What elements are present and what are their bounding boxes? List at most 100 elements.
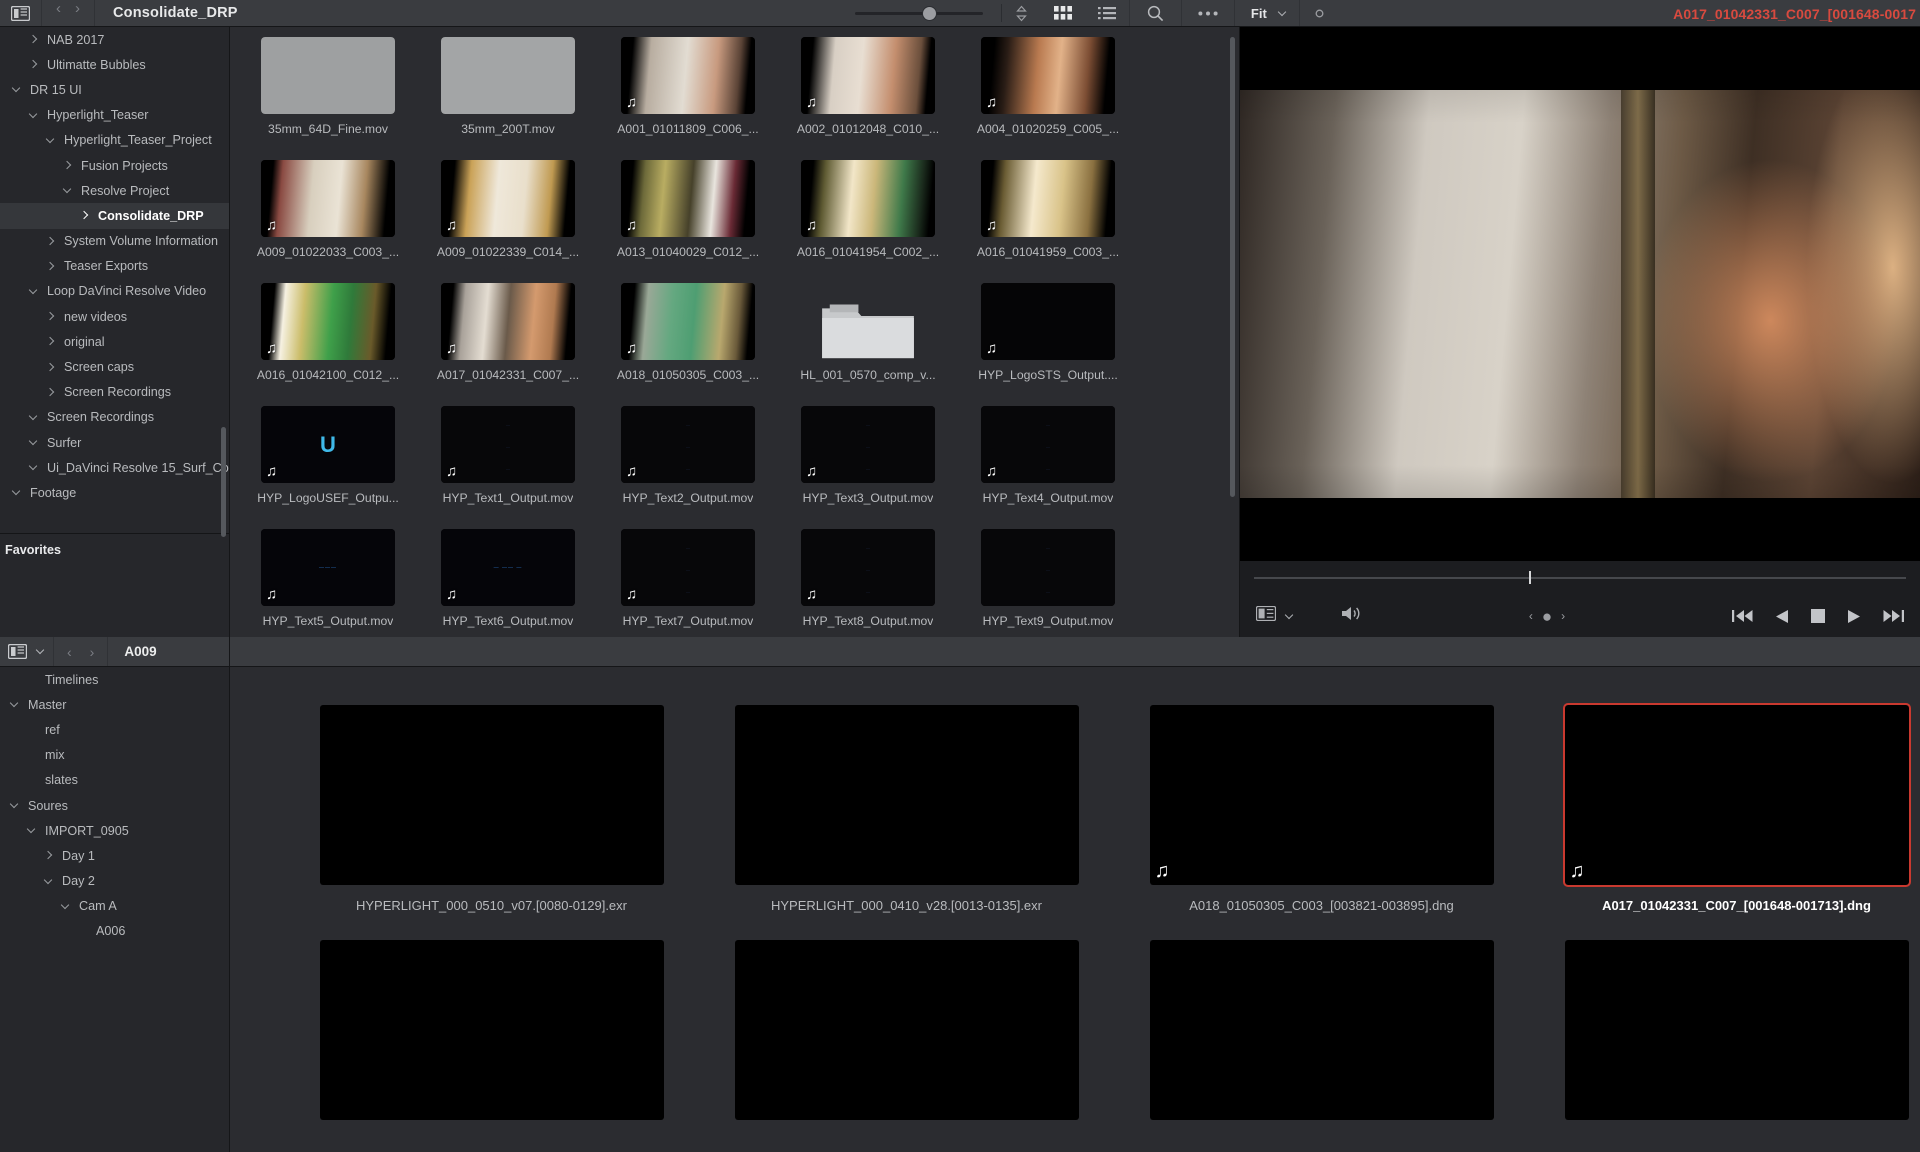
tree-item-screen-recordings[interactable]: Screen Recordings	[0, 405, 229, 430]
chevron-down-icon[interactable]	[57, 902, 73, 911]
folder-icon[interactable]	[801, 283, 935, 360]
tree-item-day-1[interactable]: Day 1	[0, 843, 229, 868]
tree-item-consolidate-drp[interactable]: Consolidate_DRP	[0, 203, 229, 229]
tree-item-screen-caps[interactable]: Screen caps	[0, 354, 229, 379]
tree-item-soures[interactable]: Soures	[0, 793, 229, 818]
media-grid-item[interactable]: — — — ♫ HYP_Text2_Output.mov	[598, 406, 778, 529]
bin-forward-button[interactable]: ›	[90, 644, 95, 660]
media-clip-thumbnail[interactable]: — — —	[981, 529, 1115, 606]
media-clip-thumbnail[interactable]: ♫	[621, 37, 755, 114]
panel-layout-icon[interactable]	[0, 0, 42, 26]
chevron-right-icon[interactable]	[25, 60, 41, 69]
bin-media-grid[interactable]: HYPERLIGHT_000_0510_v07.[0080-0129].exr H…	[230, 667, 1920, 1152]
scrubber-playhead[interactable]	[1529, 571, 1531, 584]
media-grid-item[interactable]: U ♫ HYP_LogoUSEF_Outpu...	[238, 406, 418, 529]
tree-item-footage[interactable]: Footage	[0, 480, 229, 505]
tree-item-ui-davinci-resolve-15-surf-col[interactable]: Ui_DaVinci Resolve 15_Surf_Col...	[0, 455, 229, 480]
chevron-right-icon[interactable]	[25, 35, 41, 44]
media-grid-item[interactable]: 35mm_200T.mov	[418, 37, 598, 160]
chevron-right-icon[interactable]	[76, 211, 92, 220]
tree-item-cam-a[interactable]: Cam A	[0, 894, 229, 919]
bin-clip-thumbnail[interactable]	[1149, 940, 1494, 1120]
bin-grid-item[interactable]	[284, 940, 699, 1152]
media-grid-item[interactable]: — — — ♫ HYP_Text8_Output.mov	[778, 529, 958, 637]
prev-arrow-icon[interactable]: ‹	[1529, 609, 1533, 623]
favorites-header[interactable]: Favorites	[0, 533, 229, 565]
speaker-icon[interactable]	[1340, 605, 1362, 627]
chevron-right-icon[interactable]	[40, 851, 56, 860]
chevron-down-icon[interactable]	[25, 287, 41, 296]
grid-view-icon[interactable]	[1041, 0, 1085, 26]
tree-item-hyperlight-teaser-project[interactable]: Hyperlight_Teaser_Project	[0, 128, 229, 153]
media-clip-thumbnail[interactable]: ——— ♫	[441, 406, 575, 483]
media-clip-thumbnail[interactable]	[261, 37, 395, 114]
chevron-right-icon[interactable]	[42, 262, 58, 271]
media-clip-thumbnail[interactable]	[441, 37, 575, 114]
media-clip-thumbnail[interactable]: ——— ♫	[981, 406, 1115, 483]
tree-item-resolve-project[interactable]: Resolve Project	[0, 178, 229, 203]
tree-item-loop-davinci-resolve-video[interactable]: Loop DaVinci Resolve Video	[0, 279, 229, 304]
tree-item-master[interactable]: Master	[0, 692, 229, 717]
tree-item-original[interactable]: original	[0, 329, 229, 354]
viewer-layout-icon[interactable]	[1255, 605, 1277, 626]
chevron-down-icon[interactable]	[36, 647, 45, 656]
dot-icon[interactable]: ●	[1542, 608, 1552, 625]
bin-grid-item[interactable]: HYPERLIGHT_000_0410_v28.[0013-0135].exr	[699, 705, 1114, 940]
media-clip-thumbnail[interactable]: ♫	[621, 160, 755, 237]
zoom-fit-dropdown[interactable]: Fit	[1235, 0, 1300, 26]
media-clip-thumbnail[interactable]: ♫	[801, 37, 935, 114]
bin-grid-item[interactable]	[699, 940, 1114, 1152]
tree-item-new-videos[interactable]: new videos	[0, 304, 229, 329]
chevron-right-icon[interactable]	[42, 388, 58, 397]
tree-item-ultimatte-bubbles[interactable]: Ultimatte Bubbles	[0, 52, 229, 77]
viewer-scrubber[interactable]	[1240, 561, 1920, 595]
media-grid-item[interactable]: — —— — ♫ HYP_Text6_Output.mov	[418, 529, 598, 637]
play-icon[interactable]	[1847, 609, 1861, 624]
bin-tree[interactable]: Timelines Master ref mix slates Soures IMPORT_…	[0, 667, 229, 1152]
chevron-right-icon[interactable]	[59, 161, 75, 170]
media-grid-item[interactable]: ♫ A016_01042100_C012_...	[238, 283, 418, 406]
bin-clip-thumbnail[interactable]	[734, 705, 1079, 885]
media-grid-item[interactable]: ♫ A001_01011809_C006_...	[598, 37, 778, 160]
tree-item-timelines[interactable]: Timelines	[0, 667, 229, 692]
slider-track[interactable]	[854, 6, 983, 20]
media-clip-thumbnail[interactable]: ——— ♫	[801, 406, 935, 483]
list-view-icon[interactable]	[1085, 0, 1130, 26]
bin-clip-thumbnail[interactable]	[319, 705, 664, 885]
chevron-down-icon[interactable]	[42, 136, 58, 145]
media-grid-item[interactable]: ♫ HYP_LogoSTS_Output....	[958, 283, 1138, 406]
chevron-down-icon[interactable]	[8, 488, 24, 497]
chevron-down-icon[interactable]	[25, 413, 41, 422]
media-grid-item[interactable]: ♫ A016_01041959_C003_...	[958, 160, 1138, 283]
bin-grid-pane[interactable]: HYPERLIGHT_000_0510_v07.[0080-0129].exr H…	[230, 637, 1920, 1152]
chevron-down-icon[interactable]	[25, 463, 41, 472]
bin-clip-thumbnail[interactable]: ♫	[1562, 703, 1911, 887]
media-clip-thumbnail[interactable]: ♫	[261, 283, 395, 360]
bin-clip-thumbnail[interactable]	[319, 940, 664, 1120]
bin-clip-thumbnail[interactable]	[1564, 940, 1909, 1120]
media-clip-thumbnail[interactable]: ——— ♫	[261, 529, 395, 606]
chevron-down-icon[interactable]	[40, 877, 56, 886]
panel-layout-icon[interactable]	[0, 637, 54, 666]
chevron-right-icon[interactable]	[42, 312, 58, 321]
bin-grid-item[interactable]: ♫ A017_01042331_C007_[001648-001713].dng	[1529, 703, 1920, 940]
media-clip-thumbnail[interactable]: ♫	[981, 160, 1115, 237]
chevron-right-icon[interactable]	[42, 363, 58, 372]
media-grid-item[interactable]: ♫ A002_01012048_C010_...	[778, 37, 958, 160]
chevron-right-icon[interactable]	[42, 237, 58, 246]
media-grid-item[interactable]: ♫ A018_01050305_C003_...	[598, 283, 778, 406]
bin-back-button[interactable]: ‹	[67, 644, 72, 660]
jump-to-end-icon[interactable]	[1883, 609, 1904, 623]
media-grid-scrollbar[interactable]	[1230, 37, 1235, 497]
jump-to-start-icon[interactable]	[1732, 609, 1753, 623]
media-grid-item[interactable]: 35mm_64D_Fine.mov	[238, 37, 418, 160]
media-grid-item[interactable]: — — — ♫ HYP_Text7_Output.mov	[598, 529, 778, 637]
chevron-down-icon[interactable]	[1285, 612, 1294, 621]
media-clip-thumbnail[interactable]: ♫	[801, 160, 935, 237]
tree-item-dr-15-ui[interactable]: DR 15 UI	[0, 77, 229, 102]
clip-page-indicator[interactable]: ‹ ● ›	[1529, 608, 1565, 625]
media-clip-thumbnail[interactable]: ♫	[981, 283, 1115, 360]
media-grid-item[interactable]: ♫ A013_01040029_C012_...	[598, 160, 778, 283]
tree-item-teaser-exports[interactable]: Teaser Exports	[0, 254, 229, 279]
media-grid-item[interactable]: — — — ♫ HYP_Text4_Output.mov	[958, 406, 1138, 529]
